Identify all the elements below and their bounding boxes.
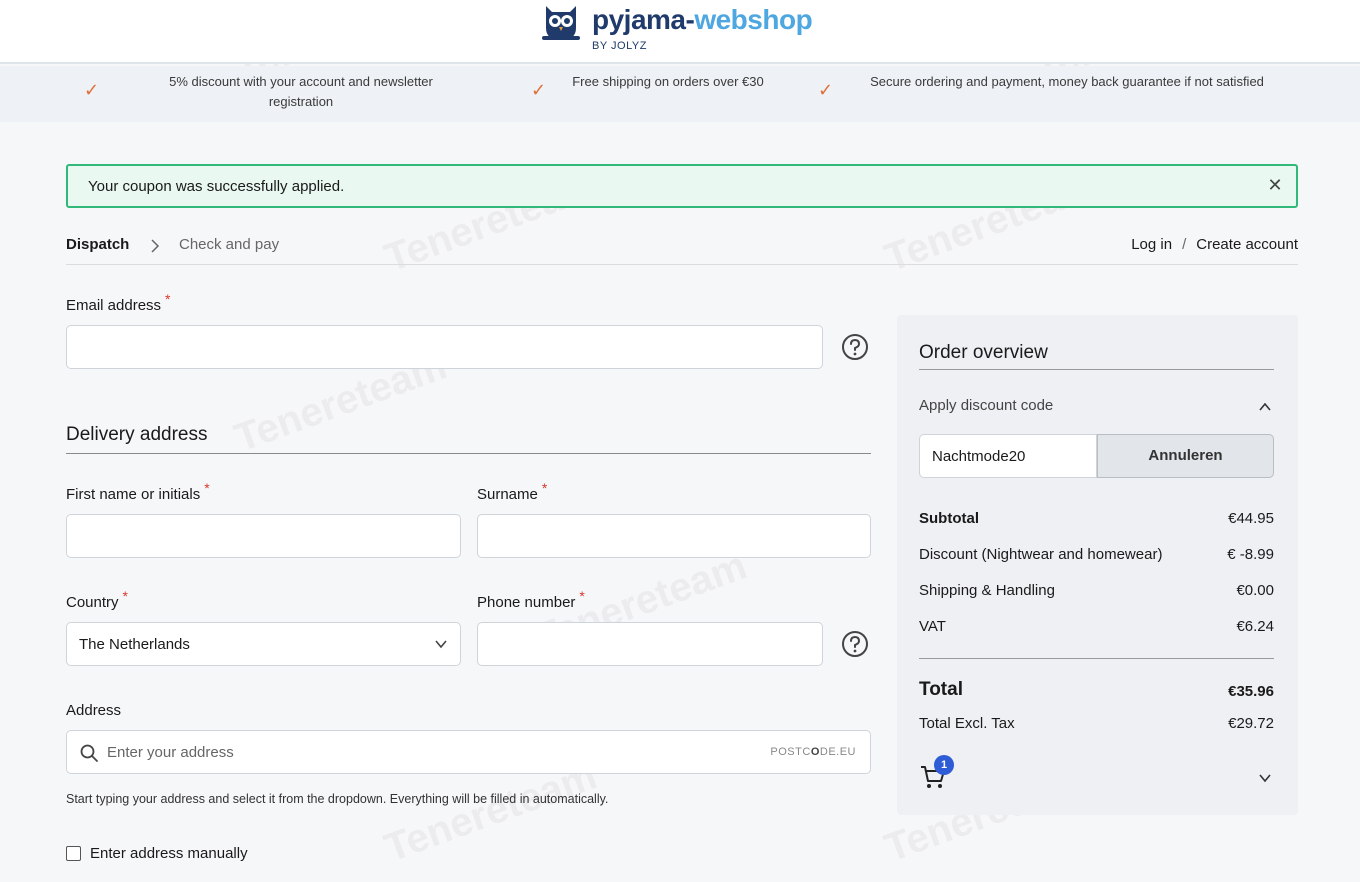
chevron-up-icon[interactable] bbox=[1258, 400, 1272, 414]
divider bbox=[919, 658, 1274, 659]
total-excl-tax-label: Total Excl. Tax bbox=[919, 715, 1015, 732]
surname-field[interactable] bbox=[477, 514, 871, 558]
usp-bar: ✓ 5% discount with your account and news… bbox=[0, 66, 1360, 122]
chevron-right-icon bbox=[151, 239, 160, 253]
account-links: Log in / Create account bbox=[1131, 236, 1298, 253]
subtotal-label: Subtotal bbox=[919, 510, 979, 527]
brand-name: pyjama-webshop bbox=[592, 4, 813, 35]
postcode-eu-logo: POSTCODE.EU bbox=[770, 746, 856, 758]
usp-item: 5% discount with your account and newsle… bbox=[169, 74, 433, 109]
check-icon: ✓ bbox=[818, 80, 834, 100]
shipping-label: Shipping & Handling bbox=[919, 582, 1055, 599]
address-search-input[interactable]: Enter your address POSTCODE.EU bbox=[66, 730, 871, 774]
search-icon bbox=[80, 744, 98, 762]
help-icon[interactable] bbox=[841, 630, 869, 658]
vat-label: VAT bbox=[919, 618, 946, 635]
chevron-down-icon[interactable] bbox=[1258, 771, 1272, 785]
create-account-link[interactable]: Create account bbox=[1196, 236, 1298, 253]
usp-item: Secure ordering and payment, money back … bbox=[870, 74, 1264, 89]
divider bbox=[66, 264, 1298, 265]
order-overview-title: Order overview bbox=[919, 342, 1048, 363]
address-label: Address bbox=[66, 702, 122, 719]
alert-message: Your coupon was successfully applied. bbox=[88, 178, 345, 195]
link-separator: / bbox=[1182, 236, 1187, 253]
site-header: pyjama-webshop BY JOLYZ bbox=[0, 0, 1360, 64]
cancel-discount-button[interactable]: Annuleren bbox=[1097, 434, 1274, 478]
chevron-down-icon bbox=[435, 640, 447, 649]
divider bbox=[66, 453, 871, 454]
site-logo[interactable]: pyjama-webshop BY JOLYZ bbox=[540, 2, 830, 58]
manual-address-checkbox[interactable] bbox=[66, 846, 81, 861]
discount-toggle[interactable]: Apply discount code bbox=[919, 397, 1053, 414]
address-hint: Start typing your address and select it … bbox=[66, 792, 609, 806]
total-excl-tax-value: €29.72 bbox=[1228, 715, 1274, 732]
address-placeholder: Enter your address bbox=[107, 744, 234, 761]
delivery-address-title: Delivery address bbox=[66, 424, 208, 445]
first-name-field[interactable] bbox=[66, 514, 461, 558]
discount-value: € -8.99 bbox=[1227, 546, 1274, 563]
country-select[interactable]: The Netherlands bbox=[66, 622, 461, 666]
brand-subtitle: BY JOLYZ bbox=[592, 40, 647, 52]
check-icon: ✓ bbox=[531, 80, 547, 100]
divider bbox=[919, 369, 1274, 370]
order-overview: Order overview Apply discount code Nacht… bbox=[897, 315, 1298, 815]
login-link[interactable]: Log in bbox=[1131, 236, 1172, 253]
email-label: Email address * bbox=[66, 291, 171, 314]
discount-code-field[interactable]: Nachtmode20 bbox=[919, 434, 1097, 478]
email-field[interactable] bbox=[66, 325, 823, 369]
step-check-and-pay[interactable]: Check and pay bbox=[179, 236, 279, 253]
total-label: Total bbox=[919, 679, 963, 700]
phone-field[interactable] bbox=[477, 622, 823, 666]
cart-count-badge: 1 bbox=[934, 755, 954, 775]
close-icon[interactable]: ✕ bbox=[1264, 174, 1286, 196]
subtotal-value: €44.95 bbox=[1228, 510, 1274, 527]
discount-label: Discount (Nightwear and homewear) bbox=[919, 546, 1163, 563]
total-value: €35.96 bbox=[1228, 683, 1274, 700]
surname-label: Surname * bbox=[477, 480, 548, 503]
first-name-label: First name or initials * bbox=[66, 480, 210, 503]
country-label: Country * bbox=[66, 588, 128, 611]
usp-item: Free shipping on orders over €30 bbox=[572, 74, 764, 89]
check-icon: ✓ bbox=[84, 80, 100, 100]
shipping-value: €0.00 bbox=[1236, 582, 1274, 599]
success-alert: Your coupon was successfully applied. ✕ bbox=[66, 164, 1298, 208]
manual-address-label[interactable]: Enter address manually bbox=[90, 845, 248, 862]
owl-logo-icon bbox=[542, 6, 580, 40]
step-dispatch[interactable]: Dispatch bbox=[66, 236, 129, 253]
help-icon[interactable] bbox=[841, 333, 869, 361]
phone-label: Phone number * bbox=[477, 588, 585, 611]
vat-value: €6.24 bbox=[1236, 618, 1274, 635]
